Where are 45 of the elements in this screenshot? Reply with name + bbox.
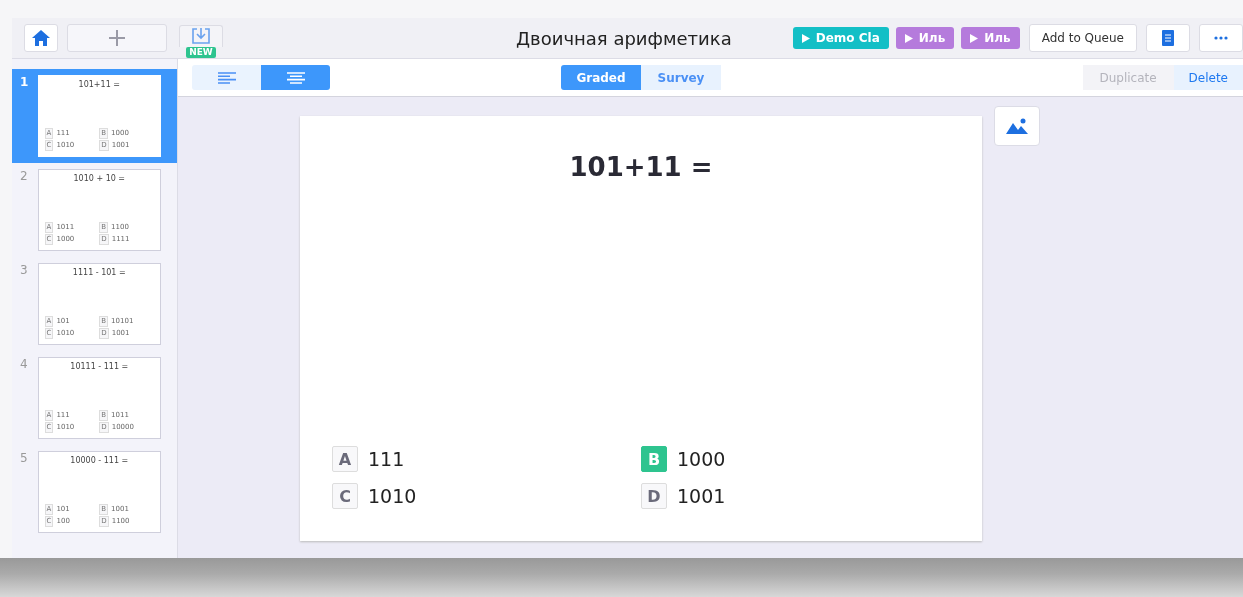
slide-number: 4	[20, 357, 29, 373]
notes-button[interactable]	[1146, 24, 1190, 52]
thumbnail-question: 10000 - 111 =	[69, 456, 130, 465]
thumbnail-question: 1010 + 10 =	[72, 174, 127, 183]
home-icon	[32, 30, 50, 46]
import-button[interactable]	[179, 24, 223, 47]
align-left-icon	[217, 71, 236, 84]
choice-letter[interactable]: D	[641, 483, 667, 509]
align-button[interactable]	[192, 65, 261, 90]
more-icon	[1214, 36, 1228, 40]
play-icon	[904, 33, 913, 43]
home-button[interactable]	[24, 24, 58, 52]
mode-tab[interactable]: Graded	[561, 65, 641, 90]
plus-icon	[109, 30, 125, 46]
choice-letter[interactable]: C	[332, 483, 358, 509]
add-image-button[interactable]	[994, 106, 1040, 146]
document-icon	[1162, 30, 1174, 46]
presentation-title: Двоичная арифметика	[515, 27, 733, 49]
align-center-icon	[286, 71, 305, 84]
choice-text: 1010	[368, 485, 417, 507]
delete-button[interactable]: Delete	[1173, 65, 1243, 90]
thumbnail-question: 1111 - 101 =	[71, 268, 127, 277]
add-button[interactable]	[67, 24, 167, 52]
play-icon	[801, 33, 810, 43]
play-button[interactable]: Иль	[895, 27, 955, 49]
new-badge: NEW	[186, 46, 216, 58]
thumbnail-question: 101+11 =	[77, 80, 121, 89]
play-icon	[970, 33, 979, 43]
image-icon	[1006, 118, 1028, 134]
choice-text: 1000	[677, 448, 726, 470]
align-button[interactable]	[261, 65, 330, 90]
choice-text: 1001	[677, 485, 726, 507]
thumbnail-question: 10111 - 111 =	[69, 362, 130, 371]
slide-number: 5	[20, 451, 29, 467]
choice-text: 111	[368, 448, 405, 470]
slide-number: 2	[20, 169, 29, 185]
choice-letter[interactable]: A	[332, 446, 358, 472]
more-button[interactable]	[1199, 24, 1243, 52]
slide-number: 3	[20, 263, 29, 279]
mode-tab[interactable]: Survey	[641, 65, 721, 90]
add-to-queue-button[interactable]: Add to Queue	[1028, 24, 1137, 52]
download-icon	[191, 27, 211, 45]
question-text: 101+11 =	[568, 152, 714, 182]
play-button[interactable]: Иль	[961, 27, 1020, 49]
slide-number: 1	[20, 75, 30, 91]
